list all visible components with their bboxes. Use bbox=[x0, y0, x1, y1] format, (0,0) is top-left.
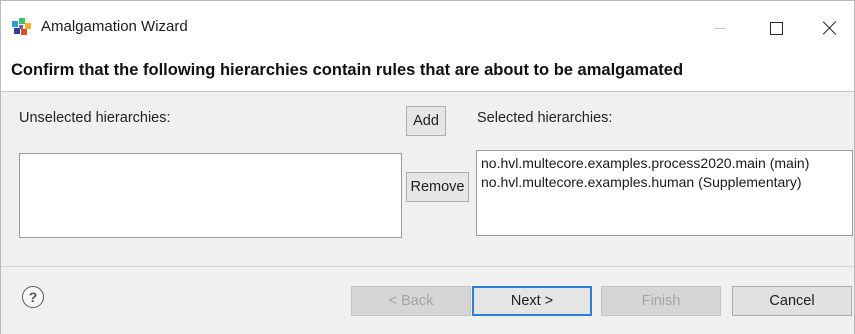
add-button[interactable]: Add bbox=[406, 106, 446, 136]
help-icon: ? bbox=[28, 289, 38, 305]
remove-button[interactable]: Remove bbox=[406, 172, 469, 202]
wizard-footer: ? < Back Next > Finish Cancel bbox=[1, 266, 854, 334]
list-item[interactable]: no.hvl.multecore.examples.process2020.ma… bbox=[477, 154, 852, 173]
wizard-body: Unselected hierarchies: Add Selected hie… bbox=[1, 92, 854, 266]
list-item[interactable]: no.hvl.multecore.examples.human (Supplem… bbox=[477, 173, 852, 192]
help-button[interactable]: ? bbox=[22, 286, 44, 308]
maximize-button[interactable] bbox=[753, 13, 799, 43]
maximize-icon bbox=[769, 21, 783, 35]
wizard-message: Confirm that the following hierarchies c… bbox=[11, 61, 684, 79]
eclipse-wizard-icon bbox=[12, 18, 31, 35]
minimize-button[interactable] bbox=[697, 13, 743, 43]
window-title: Amalgamation Wizard bbox=[41, 18, 188, 35]
title-bar: Amalgamation Wizard bbox=[1, 1, 854, 49]
selected-hierarchies-label: Selected hierarchies: bbox=[477, 110, 613, 126]
amalgamation-wizard-dialog: Amalgamation Wizard Confirm that the fol… bbox=[0, 0, 855, 334]
finish-button[interactable]: Finish bbox=[601, 286, 721, 316]
cancel-button[interactable]: Cancel bbox=[732, 286, 852, 316]
minimize-icon bbox=[714, 27, 726, 29]
next-button[interactable]: Next > bbox=[472, 286, 592, 316]
selected-hierarchies-list[interactable]: no.hvl.multecore.examples.process2020.ma… bbox=[476, 150, 853, 236]
wizard-header: Confirm that the following hierarchies c… bbox=[1, 49, 854, 92]
close-button[interactable] bbox=[807, 13, 853, 43]
unselected-hierarchies-label: Unselected hierarchies: bbox=[19, 110, 171, 126]
unselected-hierarchies-list[interactable] bbox=[19, 153, 402, 238]
back-button[interactable]: < Back bbox=[351, 286, 471, 316]
close-icon bbox=[823, 21, 837, 35]
